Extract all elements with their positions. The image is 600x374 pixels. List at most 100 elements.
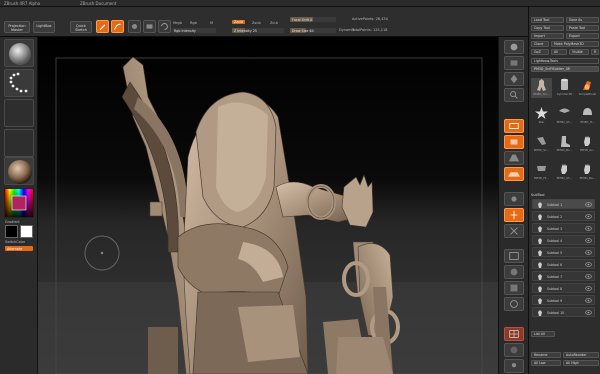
copy-tool-button[interactable]: Copy Tool <box>531 25 564 31</box>
eye-icon[interactable] <box>585 286 592 291</box>
frame-button[interactable] <box>504 249 524 263</box>
lightbox-tools-button[interactable]: Lightbox▸Tools <box>531 58 599 64</box>
eye-icon[interactable] <box>585 298 592 303</box>
import-button[interactable]: Import <box>531 33 564 39</box>
eye-icon[interactable] <box>585 262 592 267</box>
z-intensity-slider[interactable]: Z Intensity 25 <box>232 28 284 33</box>
color-picker[interactable] <box>4 188 34 218</box>
scale-button[interactable] <box>143 20 156 33</box>
make-polymesh-button[interactable]: Make PolyMesh3D <box>551 41 599 47</box>
quick-sketch-button[interactable]: Quick Sketch <box>70 21 92 33</box>
solo-button[interactable] <box>504 359 524 373</box>
material-selector[interactable] <box>4 157 34 185</box>
all-low-button[interactable]: All Low <box>531 360 561 366</box>
export-button[interactable]: Export <box>566 33 599 39</box>
goz-button[interactable]: GoZ <box>531 49 549 55</box>
tool-thumbnail[interactable]: SimpleBrush <box>577 78 598 98</box>
stroke-selector[interactable] <box>4 69 34 97</box>
subtool-row[interactable]: Subtool 1 <box>532 199 595 209</box>
eye-icon[interactable] <box>585 250 592 255</box>
paste-tool-button[interactable]: Paste Tool <box>566 25 599 31</box>
spix-button[interactable] <box>504 56 524 70</box>
subtool-row[interactable]: Subtool 6 <box>532 259 595 269</box>
zcut-toggle[interactable]: Zcut <box>270 21 278 25</box>
xpose-button[interactable] <box>504 224 524 238</box>
lightbox-button[interactable]: LightBox <box>33 21 55 33</box>
m-toggle[interactable]: M <box>210 21 213 25</box>
all-button[interactable]: All <box>551 49 567 55</box>
lsym-button[interactable] <box>504 208 524 222</box>
visible-button[interactable]: Visible <box>569 49 589 55</box>
alternate-button[interactable]: Alternate <box>5 246 33 251</box>
eye-icon[interactable] <box>585 274 592 279</box>
draw-button[interactable] <box>111 20 124 33</box>
subtool-row[interactable]: Subtool 7 <box>532 271 595 281</box>
floor-button[interactable] <box>504 167 524 181</box>
tool-thumbnail[interactable]: PM3D_Sh... <box>554 106 575 126</box>
main-color-swatch[interactable] <box>5 225 18 238</box>
all-high-button[interactable]: All High <box>563 360 599 366</box>
rotate-view-button[interactable] <box>504 297 524 311</box>
tool-thumbnail[interactable]: PM3D_Sci... <box>531 78 552 98</box>
tool-thumbnail[interactable]: Cylinder3D <box>554 78 575 98</box>
subtool-row[interactable]: Subtool 5 <box>532 247 595 257</box>
subtool-row[interactable]: Subtool 3 <box>532 223 595 233</box>
eye-icon[interactable] <box>585 202 592 207</box>
tool-thumbnail[interactable]: PM3D_Hi... <box>531 162 552 182</box>
move-button[interactable] <box>128 20 141 33</box>
local-button[interactable] <box>504 192 524 206</box>
transp-button[interactable] <box>504 343 524 357</box>
sculpt-model[interactable] <box>38 37 498 374</box>
scroll-button[interactable] <box>504 72 524 86</box>
clone-button[interactable]: Clone <box>531 41 549 47</box>
rgb-toggle[interactable]: Rgb <box>190 21 197 25</box>
r-button[interactable]: R <box>591 49 599 55</box>
eye-icon[interactable] <box>585 226 592 231</box>
zadd-toggle[interactable]: Zadd <box>232 20 245 24</box>
load-tool-button[interactable]: Load Tool <box>531 17 564 23</box>
persp-button[interactable] <box>504 151 524 165</box>
draw-size-slider[interactable]: Draw Size 64 <box>290 28 336 33</box>
focal-shift-slider[interactable]: Focal Shift 0 <box>290 17 336 22</box>
bpr-button[interactable] <box>504 40 524 54</box>
texture-selector[interactable] <box>4 129 34 157</box>
tool-thumbnail[interactable]: PM3D_H... <box>577 106 598 126</box>
mrgb-toggle[interactable]: Mrgb <box>173 21 182 25</box>
rotate-button[interactable] <box>158 20 171 33</box>
projection-master-button[interactable]: Projection Master <box>4 21 30 33</box>
edit-button[interactable] <box>96 20 109 33</box>
subtool-row[interactable]: Subtool 9 <box>532 295 595 305</box>
current-tool-name[interactable]: PM3D_SciFiSoldier_48 <box>531 66 599 72</box>
auto-reorder-button[interactable]: AutoReorder <box>563 352 599 358</box>
scale-view-button[interactable] <box>504 281 524 295</box>
tool-thumbnail[interactable]: Star <box>531 106 552 126</box>
canvas-viewport[interactable] <box>38 37 498 374</box>
rename-button[interactable]: Rename <box>531 352 561 358</box>
tool-thumbnail[interactable]: PM3D_Ba... <box>577 162 598 182</box>
actual-button[interactable] <box>504 119 524 133</box>
secondary-color-swatch[interactable] <box>20 225 33 238</box>
eye-icon[interactable] <box>585 310 592 315</box>
alpha-selector[interactable] <box>4 99 34 127</box>
switch-color-label[interactable]: SwitchColor <box>5 240 25 244</box>
list-all-button[interactable]: List All <box>531 331 555 337</box>
subtool-header[interactable]: SubTool <box>531 193 544 197</box>
move-view-button[interactable] <box>504 265 524 279</box>
subtool-row[interactable]: Subtool 2 <box>532 211 595 221</box>
polyf-button[interactable] <box>504 327 524 341</box>
eye-icon[interactable] <box>585 238 592 243</box>
tool-thumbnail[interactable]: PM3D_Bo... <box>554 134 575 154</box>
aahalf-button[interactable] <box>504 135 524 149</box>
zsub-toggle[interactable]: Zsub <box>252 21 261 25</box>
eye-icon[interactable] <box>585 214 592 219</box>
zoom-button[interactable] <box>504 88 524 102</box>
subtool-row[interactable]: Subtool 10 <box>532 307 595 317</box>
tool-thumbnail[interactable]: PM3D_Sh... <box>554 162 575 182</box>
tool-thumbnail[interactable]: PM3D_Gl... <box>577 134 598 154</box>
tool-thumbnail[interactable]: PM3D_Sc... <box>531 134 552 154</box>
subtool-row[interactable]: Subtool 8 <box>532 283 595 293</box>
save-as-button[interactable]: Save As <box>566 17 599 23</box>
brush-selector[interactable] <box>4 39 34 67</box>
rgb-intensity-slider[interactable]: Rgb Intensity <box>172 28 216 33</box>
subtool-row[interactable]: Subtool 4 <box>532 235 595 245</box>
